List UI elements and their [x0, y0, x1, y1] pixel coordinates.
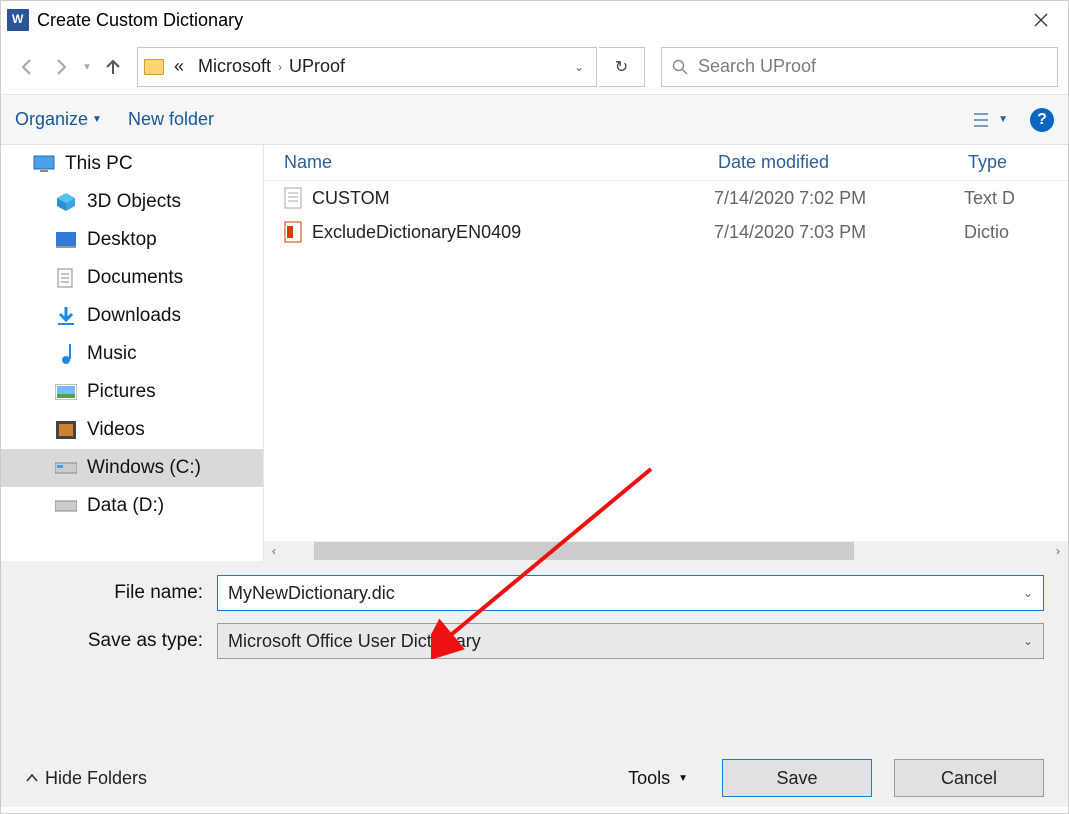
- cancel-button[interactable]: Cancel: [894, 759, 1044, 797]
- saveas-select[interactable]: Microsoft Office User Dictionary ⌄: [217, 623, 1044, 659]
- filename-row: File name: MyNewDictionary.dic ⌄: [25, 575, 1044, 611]
- tree-item-downloads[interactable]: Downloads: [1, 297, 263, 335]
- file-list: Name Date modified Type CUSTOM 7/14/2020…: [264, 145, 1068, 561]
- word-app-icon: [7, 9, 29, 31]
- tools-menu[interactable]: Tools▼: [628, 768, 688, 789]
- tree-item-music[interactable]: Music: [1, 335, 263, 373]
- tree-label: Windows (C:): [87, 457, 201, 479]
- saveas-row: Save as type: Microsoft Office User Dict…: [25, 623, 1044, 659]
- videos-icon: [55, 419, 77, 441]
- close-button[interactable]: [1018, 4, 1064, 36]
- recent-dropdown-icon[interactable]: ▾: [79, 51, 95, 83]
- tree-label: Data (D:): [87, 495, 164, 517]
- hide-folders-button[interactable]: Hide Folders: [25, 768, 147, 789]
- col-type[interactable]: Type: [964, 152, 1068, 173]
- tree-item-3d-objects[interactable]: 3D Objects: [1, 183, 263, 221]
- chevron-down-icon: ▼: [678, 773, 688, 784]
- tree-label: Documents: [87, 267, 183, 289]
- nav-tree[interactable]: This PC 3D Objects Desktop Documents Dow…: [1, 145, 264, 561]
- col-date[interactable]: Date modified: [714, 152, 964, 173]
- tree-label: Music: [87, 343, 137, 365]
- tree-label: Videos: [87, 419, 145, 441]
- view-options-button[interactable]: ▼: [972, 111, 1008, 129]
- drive-icon: [55, 457, 77, 479]
- saveas-label: Save as type:: [25, 630, 217, 652]
- address-bar[interactable]: « Microsoft › UProof ⌄: [137, 47, 597, 87]
- office-file-icon: [284, 221, 302, 243]
- chevron-down-icon[interactable]: ⌄: [1023, 634, 1033, 648]
- filename-input[interactable]: MyNewDictionary.dic ⌄: [217, 575, 1044, 611]
- chevron-down-icon: ▼: [998, 114, 1008, 125]
- music-icon: [55, 343, 77, 365]
- filename-label: File name:: [25, 582, 217, 604]
- save-dialog: Create Custom Dictionary ▾ « Microsoft ›…: [0, 0, 1069, 814]
- file-row[interactable]: CUSTOM 7/14/2020 7:02 PM Text D: [264, 181, 1068, 215]
- tree-label: 3D Objects: [87, 191, 181, 213]
- file-name: CUSTOM: [312, 188, 390, 209]
- tree-label: Downloads: [87, 305, 181, 327]
- file-type: Text D: [964, 188, 1068, 209]
- titlebar: Create Custom Dictionary: [1, 1, 1068, 39]
- search-icon: [672, 59, 688, 75]
- tree-item-data-d[interactable]: Data (D:): [1, 487, 263, 525]
- chevron-down-icon[interactable]: ⌄: [1023, 586, 1033, 600]
- tree-item-pictures[interactable]: Pictures: [1, 373, 263, 411]
- scroll-left-icon[interactable]: ‹: [264, 544, 284, 558]
- breadcrumb-ellipsis[interactable]: «: [174, 56, 184, 77]
- tree-item-this-pc[interactable]: This PC: [1, 145, 263, 183]
- chevron-right-icon: ›: [278, 60, 282, 74]
- download-icon: [55, 305, 77, 327]
- folder-icon: [144, 59, 164, 75]
- documents-icon: [55, 267, 77, 289]
- tree-item-documents[interactable]: Documents: [1, 259, 263, 297]
- column-headers[interactable]: Name Date modified Type: [264, 145, 1068, 181]
- file-name: ExcludeDictionaryEN0409: [312, 222, 521, 243]
- window-title: Create Custom Dictionary: [37, 10, 243, 31]
- chevron-down-icon: ▼: [92, 114, 102, 125]
- back-button[interactable]: [11, 51, 43, 83]
- button-row: Hide Folders Tools▼ Save Cancel: [25, 759, 1044, 797]
- pictures-icon: [55, 381, 77, 403]
- text-file-icon: [284, 187, 302, 209]
- breadcrumb-part[interactable]: Microsoft: [198, 56, 271, 77]
- body: This PC 3D Objects Desktop Documents Dow…: [1, 145, 1068, 561]
- search-placeholder: Search UProof: [698, 56, 816, 77]
- cube-icon: [55, 191, 77, 213]
- toolbar: Organize▼ New folder ▼ ?: [1, 95, 1068, 145]
- refresh-button[interactable]: ↻: [599, 47, 645, 87]
- up-button[interactable]: [97, 51, 129, 83]
- search-box[interactable]: Search UProof: [661, 47, 1058, 87]
- file-date: 7/14/2020 7:03 PM: [714, 222, 964, 243]
- col-name[interactable]: Name: [264, 152, 714, 173]
- save-button[interactable]: Save: [722, 759, 872, 797]
- chevron-up-icon: [25, 771, 39, 785]
- file-type: Dictio: [964, 222, 1068, 243]
- help-button[interactable]: ?: [1030, 108, 1054, 132]
- filename-value: MyNewDictionary.dic: [228, 583, 395, 604]
- nav-row: ▾ « Microsoft › UProof ⌄ ↻ Search UProof: [1, 39, 1068, 95]
- horizontal-scrollbar[interactable]: ‹ ›: [264, 541, 1068, 561]
- new-folder-button[interactable]: New folder: [128, 109, 214, 130]
- forward-button[interactable]: [45, 51, 77, 83]
- file-date: 7/14/2020 7:02 PM: [714, 188, 964, 209]
- tree-item-videos[interactable]: Videos: [1, 411, 263, 449]
- scroll-thumb[interactable]: [314, 542, 854, 560]
- tree-label: Pictures: [87, 381, 156, 403]
- file-row[interactable]: ExcludeDictionaryEN0409 7/14/2020 7:03 P…: [264, 215, 1068, 249]
- saveas-value: Microsoft Office User Dictionary: [228, 631, 481, 652]
- tree-item-desktop[interactable]: Desktop: [1, 221, 263, 259]
- drive-icon: [55, 495, 77, 517]
- breadcrumb-part[interactable]: UProof: [289, 56, 345, 77]
- address-dropdown-icon[interactable]: ⌄: [568, 60, 590, 74]
- desktop-icon: [55, 229, 77, 251]
- tree-label: Desktop: [87, 229, 157, 251]
- organize-menu[interactable]: Organize▼: [15, 109, 102, 130]
- pc-icon: [33, 153, 55, 175]
- tree-item-windows-c[interactable]: Windows (C:): [1, 449, 263, 487]
- tree-label: This PC: [65, 153, 133, 175]
- scroll-right-icon[interactable]: ›: [1048, 544, 1068, 558]
- bottom-panel: File name: MyNewDictionary.dic ⌄ Save as…: [1, 561, 1068, 807]
